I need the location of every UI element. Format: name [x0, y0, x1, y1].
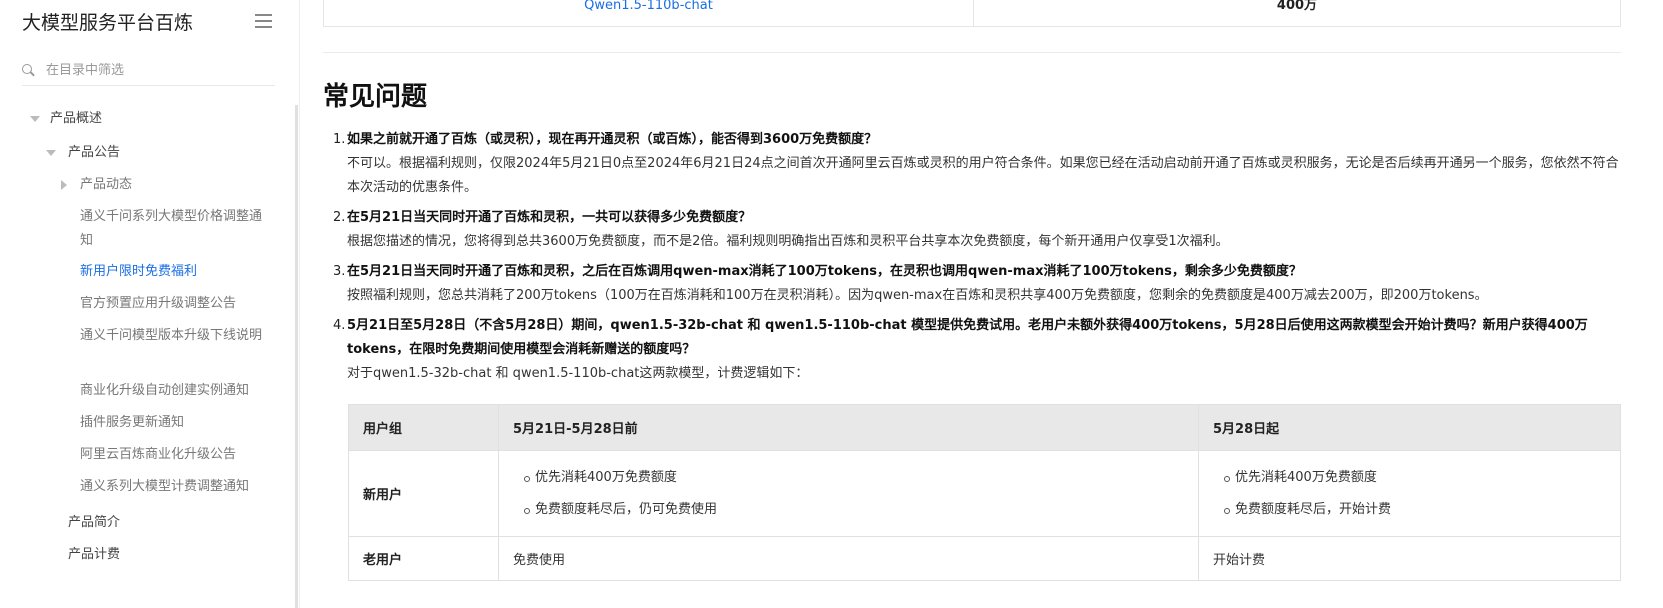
- header-user-group: 用户组: [348, 404, 499, 451]
- faq-heading: 常见问题: [323, 82, 428, 112]
- sidebar-item-auto-instance[interactable]: 商业化升级自动创建实例通知: [80, 379, 270, 403]
- sidebar-item-product-intro[interactable]: 产品简介: [68, 511, 120, 535]
- search-icon: [22, 63, 36, 78]
- table-row: 新用户 优先消耗400万免费额度 免费额度耗尽后，仍可免费使用 优先消耗400万…: [348, 450, 1621, 537]
- faq-item: 1. 如果之前就开通了百炼（或灵积），现在再开通灵积（或百炼），能否得到3600…: [333, 128, 1626, 200]
- cell-old-after: 开始计费: [1198, 536, 1621, 581]
- table-row: 老用户 免费使用 开始计费: [348, 536, 1621, 581]
- row-label-new-user: 新用户: [348, 450, 499, 537]
- cell-new-after: 优先消耗400万免费额度 免费额度耗尽后，开始计费: [1198, 450, 1621, 537]
- search-bar: [22, 56, 275, 86]
- faq-answer: 根据您描述的情况，您将得到总共3600万免费额度，而不是2倍。福利规则明确指出百…: [347, 234, 1229, 249]
- divider: [323, 52, 1621, 53]
- sidebar-item-product-billing[interactable]: 产品计费: [68, 543, 120, 567]
- list-item: 免费额度耗尽后，开始计费: [1213, 494, 1606, 526]
- list-item: 免费额度耗尽后，仍可免费使用: [513, 494, 1184, 526]
- faq-item: 3. 在5月21日当天同时开通了百炼和灵积，之后在百炼调用qwen-max消耗了…: [333, 260, 1626, 308]
- sidebar-item-product-news[interactable]: 产品动态: [80, 173, 270, 197]
- faq-item: 2. 在5月21日当天同时开通了百炼和灵积，一共可以获得多少免费额度？ 根据您描…: [333, 206, 1626, 254]
- faq-list: 1. 如果之前就开通了百炼（或灵积），现在再开通灵积（或百炼），能否得到3600…: [333, 128, 1626, 392]
- sidebar-item-billing-adjust[interactable]: 通义系列大模型计费调整通知: [80, 475, 270, 499]
- table-header-row: 用户组 5月21日-5月28日前 5月28日起: [348, 404, 1621, 451]
- faq-item: 4. 5月21日至5月28日（不含5月28日）期间，qwen1.5-32b-ch…: [333, 314, 1626, 386]
- header-before: 5月21日-5月28日前: [498, 404, 1199, 451]
- sidebar-title: 大模型服务平台百炼: [22, 12, 194, 34]
- billing-table: 用户组 5月21日-5月28日前 5月28日起 新用户 优先消耗400万免费额度…: [348, 404, 1621, 581]
- cell-old-before: 免费使用: [498, 536, 1199, 581]
- faq-answer: 按照福利规则，您总共消耗了200万tokens（100万在百炼消耗和100万在灵…: [347, 288, 1488, 303]
- faq-number: 3.: [333, 264, 346, 279]
- sidebar: 大模型服务平台百炼 产品概述 产品公告 产品动态 通义千问系列大模型价格调整通知…: [0, 0, 300, 608]
- quota-value: 400万: [973, 0, 1620, 26]
- caret-down-icon[interactable]: [30, 116, 40, 122]
- caret-right-icon[interactable]: [61, 180, 67, 190]
- faq-number: 4.: [333, 318, 346, 333]
- sidebar-scrollbar[interactable]: [295, 105, 298, 608]
- hamburger-menu-icon[interactable]: [255, 14, 272, 28]
- main-content: Qwen1.5-110b-chat 400万 常见问题 1. 如果之前就开通了百…: [300, 0, 1663, 608]
- faq-question: 在5月21日当天同时开通了百炼和灵积，之后在百炼调用qwen-max消耗了100…: [347, 264, 1302, 279]
- faq-number: 2.: [333, 210, 346, 225]
- sidebar-item-price-adjust[interactable]: 通义千问系列大模型价格调整通知: [80, 205, 270, 253]
- sidebar-item-announcements[interactable]: 产品公告: [68, 141, 120, 165]
- list-item: 优先消耗400万免费额度: [1213, 462, 1606, 494]
- search-input[interactable]: [46, 63, 266, 78]
- sidebar-item-preset-apps[interactable]: 官方预置应用升级调整公告: [80, 292, 270, 316]
- list-item: 优先消耗400万免费额度: [513, 462, 1184, 494]
- faq-answer: 对于qwen1.5-32b-chat 和 qwen1.5-110b-chat这两…: [347, 366, 809, 381]
- top-table-row: Qwen1.5-110b-chat 400万: [323, 0, 1621, 27]
- caret-down-icon[interactable]: [46, 150, 56, 156]
- sidebar-item-commercial-upgrade[interactable]: 阿里云百炼商业化升级公告: [80, 443, 270, 467]
- header-after: 5月28日起: [1198, 404, 1621, 451]
- sidebar-item-model-version[interactable]: 通义千问模型版本升级下线说明: [80, 324, 270, 348]
- sidebar-item-new-user-benefit[interactable]: 新用户限时免费福利: [80, 260, 270, 284]
- faq-number: 1.: [333, 132, 346, 147]
- faq-question: 如果之前就开通了百炼（或灵积），现在再开通灵积（或百炼），能否得到3600万免费…: [347, 132, 878, 147]
- sidebar-item-plugin-update[interactable]: 插件服务更新通知: [80, 411, 270, 435]
- faq-question: 5月21日至5月28日（不含5月28日）期间，qwen1.5-32b-chat …: [347, 318, 1588, 357]
- faq-question: 在5月21日当天同时开通了百炼和灵积，一共可以获得多少免费额度？: [347, 210, 752, 225]
- row-label-old-user: 老用户: [348, 536, 499, 581]
- faq-answer: 不可以。根据福利规则，仅限2024年5月21日0点至2024年6月21日24点之…: [347, 156, 1619, 195]
- cell-new-before: 优先消耗400万免费额度 免费额度耗尽后，仍可免费使用: [498, 450, 1199, 537]
- sidebar-item-product-overview[interactable]: 产品概述: [50, 107, 102, 131]
- model-link[interactable]: Qwen1.5-110b-chat: [324, 0, 973, 26]
